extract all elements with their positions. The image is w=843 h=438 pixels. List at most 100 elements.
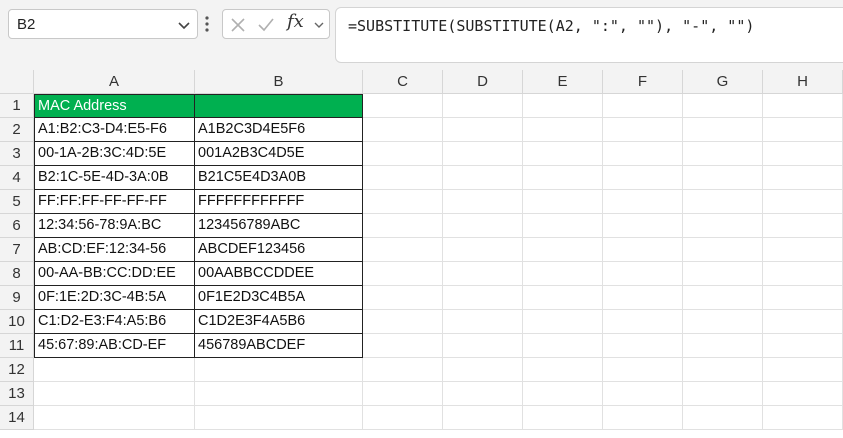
cell-c12[interactable] bbox=[363, 358, 443, 382]
cell-c13[interactable] bbox=[363, 382, 443, 406]
cell-f7[interactable] bbox=[603, 238, 683, 262]
row-header-3[interactable]: 3 bbox=[0, 142, 34, 166]
cell-e11[interactable] bbox=[523, 334, 603, 358]
cell-g13[interactable] bbox=[683, 382, 763, 406]
cell-g5[interactable] bbox=[683, 190, 763, 214]
cell-g3[interactable] bbox=[683, 142, 763, 166]
cell-d12[interactable] bbox=[443, 358, 523, 382]
cell-f14[interactable] bbox=[603, 406, 683, 430]
cell-a14[interactable] bbox=[34, 406, 195, 430]
cell-e8[interactable] bbox=[523, 262, 603, 286]
cell-c11[interactable] bbox=[363, 334, 443, 358]
cell-a2[interactable]: A1:B2:C3-D4:E5-F6 bbox=[34, 118, 195, 142]
column-header-d[interactable]: D bbox=[443, 70, 523, 94]
cell-e2[interactable] bbox=[523, 118, 603, 142]
cell-c1[interactable] bbox=[363, 94, 443, 118]
cell-h13[interactable] bbox=[763, 382, 843, 406]
cell-f2[interactable] bbox=[603, 118, 683, 142]
cell-e10[interactable] bbox=[523, 310, 603, 334]
row-header-8[interactable]: 8 bbox=[0, 262, 34, 286]
row-header-7[interactable]: 7 bbox=[0, 238, 34, 262]
cell-g9[interactable] bbox=[683, 286, 763, 310]
cell-e1[interactable] bbox=[523, 94, 603, 118]
cell-d1[interactable] bbox=[443, 94, 523, 118]
cell-b5[interactable]: FFFFFFFFFFFF bbox=[195, 190, 363, 214]
cell-h8[interactable] bbox=[763, 262, 843, 286]
cell-b14[interactable] bbox=[195, 406, 363, 430]
cell-a10[interactable]: C1:D2-E3:F4:A5:B6 bbox=[34, 310, 195, 334]
cell-f9[interactable] bbox=[603, 286, 683, 310]
check-icon[interactable] bbox=[257, 16, 275, 34]
cell-b3[interactable]: 001A2B3C4D5E bbox=[195, 142, 363, 166]
cell-h5[interactable] bbox=[763, 190, 843, 214]
cell-g4[interactable] bbox=[683, 166, 763, 190]
cell-f3[interactable] bbox=[603, 142, 683, 166]
cell-h4[interactable] bbox=[763, 166, 843, 190]
cell-c7[interactable] bbox=[363, 238, 443, 262]
select-all-corner[interactable] bbox=[0, 70, 34, 94]
cell-e9[interactable] bbox=[523, 286, 603, 310]
cell-e5[interactable] bbox=[523, 190, 603, 214]
cell-e3[interactable] bbox=[523, 142, 603, 166]
cell-b10[interactable]: C1D2E3F4A5B6 bbox=[195, 310, 363, 334]
cell-c5[interactable] bbox=[363, 190, 443, 214]
cancel-icon[interactable] bbox=[229, 16, 247, 34]
cell-h10[interactable] bbox=[763, 310, 843, 334]
cell-e6[interactable] bbox=[523, 214, 603, 238]
cell-g12[interactable] bbox=[683, 358, 763, 382]
cell-a7[interactable]: AB:CD:EF:12:34-56 bbox=[34, 238, 195, 262]
row-header-13[interactable]: 13 bbox=[0, 382, 34, 406]
row-header-5[interactable]: 5 bbox=[0, 190, 34, 214]
cell-a4[interactable]: B2:1C-5E-4D-3A:0B bbox=[34, 166, 195, 190]
cell-c9[interactable] bbox=[363, 286, 443, 310]
cell-d2[interactable] bbox=[443, 118, 523, 142]
row-header-10[interactable]: 10 bbox=[0, 310, 34, 334]
row-header-2[interactable]: 2 bbox=[0, 118, 34, 142]
cell-a3[interactable]: 00-1A-2B:3C:4D:5E bbox=[34, 142, 195, 166]
row-header-6[interactable]: 6 bbox=[0, 214, 34, 238]
cell-d7[interactable] bbox=[443, 238, 523, 262]
cell-f5[interactable] bbox=[603, 190, 683, 214]
cell-c14[interactable] bbox=[363, 406, 443, 430]
cell-d5[interactable] bbox=[443, 190, 523, 214]
column-header-b[interactable]: B bbox=[195, 70, 363, 94]
cell-e12[interactable] bbox=[523, 358, 603, 382]
cell-h1[interactable] bbox=[763, 94, 843, 118]
cell-b7[interactable]: ABCDEF123456 bbox=[195, 238, 363, 262]
cell-a11[interactable]: 45:67:89:AB:CD-EF bbox=[34, 334, 195, 358]
cell-g7[interactable] bbox=[683, 238, 763, 262]
cell-b11[interactable]: 456789ABCDEF bbox=[195, 334, 363, 358]
cell-c3[interactable] bbox=[363, 142, 443, 166]
cell-f13[interactable] bbox=[603, 382, 683, 406]
cell-a1[interactable]: MAC Address bbox=[34, 94, 195, 118]
cell-f6[interactable] bbox=[603, 214, 683, 238]
cell-h11[interactable] bbox=[763, 334, 843, 358]
column-header-e[interactable]: E bbox=[523, 70, 603, 94]
cell-f1[interactable] bbox=[603, 94, 683, 118]
row-header-12[interactable]: 12 bbox=[0, 358, 34, 382]
cell-a6[interactable]: 12:34:56-78:9A:BC bbox=[34, 214, 195, 238]
row-header-4[interactable]: 4 bbox=[0, 166, 34, 190]
chevron-down-icon[interactable] bbox=[177, 18, 191, 32]
more-options-icon[interactable] bbox=[204, 15, 210, 33]
cell-g6[interactable] bbox=[683, 214, 763, 238]
cell-d11[interactable] bbox=[443, 334, 523, 358]
cell-f4[interactable] bbox=[603, 166, 683, 190]
column-header-a[interactable]: A bbox=[34, 70, 195, 94]
cell-c2[interactable] bbox=[363, 118, 443, 142]
cell-f11[interactable] bbox=[603, 334, 683, 358]
cell-g8[interactable] bbox=[683, 262, 763, 286]
cell-b12[interactable] bbox=[195, 358, 363, 382]
cell-c6[interactable] bbox=[363, 214, 443, 238]
cell-d8[interactable] bbox=[443, 262, 523, 286]
cell-h3[interactable] bbox=[763, 142, 843, 166]
cell-d6[interactable] bbox=[443, 214, 523, 238]
cell-b8[interactable]: 00AABBCCDDEE bbox=[195, 262, 363, 286]
cell-a9[interactable]: 0F:1E:2D:3C-4B:5A bbox=[34, 286, 195, 310]
cell-f10[interactable] bbox=[603, 310, 683, 334]
cell-e13[interactable] bbox=[523, 382, 603, 406]
cell-e14[interactable] bbox=[523, 406, 603, 430]
cell-g10[interactable] bbox=[683, 310, 763, 334]
cell-h9[interactable] bbox=[763, 286, 843, 310]
cell-g2[interactable] bbox=[683, 118, 763, 142]
